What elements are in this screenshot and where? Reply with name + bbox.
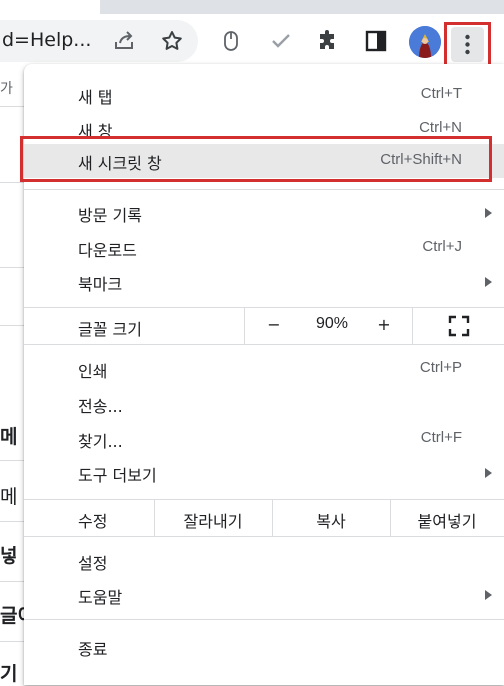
menu-item-label: 도구 더보기 <box>78 466 157 485</box>
menu-item-settings[interactable]: 설정 <box>24 544 504 578</box>
page-peek-text: 기 <box>0 663 18 685</box>
incognito-highlight-box <box>20 136 492 182</box>
menu-item-more-tools[interactable]: 도구 더보기 <box>24 456 504 490</box>
extensions-puzzle-icon[interactable] <box>313 26 343 56</box>
menu-item-label: 다운로드 <box>78 241 137 260</box>
divider <box>244 307 245 344</box>
menu-item-label: 새 탭 <box>78 88 113 107</box>
menu-separator <box>24 619 504 620</box>
menu-item-label: 도움말 <box>78 588 123 607</box>
page-peek-text: 가 <box>0 81 13 97</box>
divider <box>0 521 24 522</box>
address-bar-text: d=Help... <box>2 29 92 51</box>
divider <box>0 581 24 582</box>
menu-item-downloads[interactable]: 다운로드 Ctrl+J <box>24 231 504 265</box>
menu-button-highlight <box>444 22 491 67</box>
menu-item-exit[interactable]: 종료 <box>24 630 504 664</box>
star-icon[interactable] <box>157 26 187 56</box>
menu-edit-row: 수정 잘라내기 복사 붙여넣기 <box>24 499 504 536</box>
edit-label: 수정 <box>78 512 108 531</box>
divider <box>0 106 24 107</box>
share-icon[interactable] <box>109 26 139 56</box>
menu-zoom-row: 글꼴 크기 − 90% + <box>24 307 504 344</box>
menu-item-label: 전송... <box>78 397 123 416</box>
zoom-out-button[interactable]: − <box>262 315 286 334</box>
divider <box>0 182 24 183</box>
menu-item-label: 북마크 <box>78 275 123 294</box>
menu-item-find[interactable]: 찾기... Ctrl+F <box>24 422 504 456</box>
page-peek-text: 글이 <box>0 605 24 627</box>
fullscreen-icon[interactable] <box>448 315 470 337</box>
menu-item-new-tab[interactable]: 새 탭 Ctrl+T <box>24 78 504 112</box>
page-peek-text: 메 <box>0 426 18 448</box>
check-icon[interactable] <box>266 26 296 56</box>
menu-item-shortcut: Ctrl+N <box>419 119 462 136</box>
submenu-arrow-icon <box>485 590 492 600</box>
menu-item-help[interactable]: 도움말 <box>24 578 504 612</box>
menu-item-label: 종료 <box>78 640 108 659</box>
divider <box>0 641 24 642</box>
chrome-main-menu: 새 탭 Ctrl+T 새 창 Ctrl+N 새 시크릿 창 Ctrl+Shift… <box>20 64 504 685</box>
zoom-in-button[interactable]: + <box>372 315 396 334</box>
submenu-arrow-icon <box>485 208 492 218</box>
page-peek-text: 넣 <box>0 545 18 567</box>
tab-strip <box>100 0 504 14</box>
menu-item-label: 인쇄 <box>78 362 108 381</box>
menu-item-shortcut: Ctrl+F <box>420 429 462 446</box>
page-peek-text: 메 <box>0 486 18 508</box>
menu-item-shortcut: Ctrl+P <box>419 359 462 376</box>
menu-item-bookmarks[interactable]: 북마크 <box>24 265 504 299</box>
menu-item-cast[interactable]: 전송... <box>24 387 504 421</box>
menu-separator <box>24 189 504 190</box>
divider <box>0 325 24 326</box>
divider <box>0 460 24 461</box>
copy-button[interactable]: 복사 <box>272 508 390 532</box>
side-panel-icon[interactable] <box>361 26 391 56</box>
menu-item-shortcut: Ctrl+J <box>422 238 462 255</box>
zoom-level-value: 90% <box>315 315 349 332</box>
menu-item-label: 설정 <box>78 554 108 573</box>
zoom-label: 글꼴 크기 <box>78 320 142 339</box>
profile-avatar[interactable] <box>409 26 441 58</box>
menu-item-label: 방문 기록 <box>78 206 142 225</box>
cut-button[interactable]: 잘라내기 <box>154 508 272 532</box>
submenu-arrow-icon <box>485 277 492 287</box>
menu-item-history[interactable]: 방문 기록 <box>24 196 504 230</box>
menu-item-shortcut: Ctrl+T <box>420 85 462 102</box>
menu-item-print[interactable]: 인쇄 Ctrl+P <box>24 352 504 386</box>
more-vert-icon[interactable] <box>451 27 484 62</box>
paste-button[interactable]: 붙여넣기 <box>390 508 504 532</box>
divider <box>0 267 24 268</box>
menu-item-label: 찾기... <box>78 432 123 451</box>
divider <box>412 307 413 344</box>
submenu-arrow-icon <box>485 468 492 478</box>
mouse-icon[interactable] <box>216 26 246 56</box>
menu-separator <box>24 344 504 345</box>
menu-separator <box>24 536 504 537</box>
